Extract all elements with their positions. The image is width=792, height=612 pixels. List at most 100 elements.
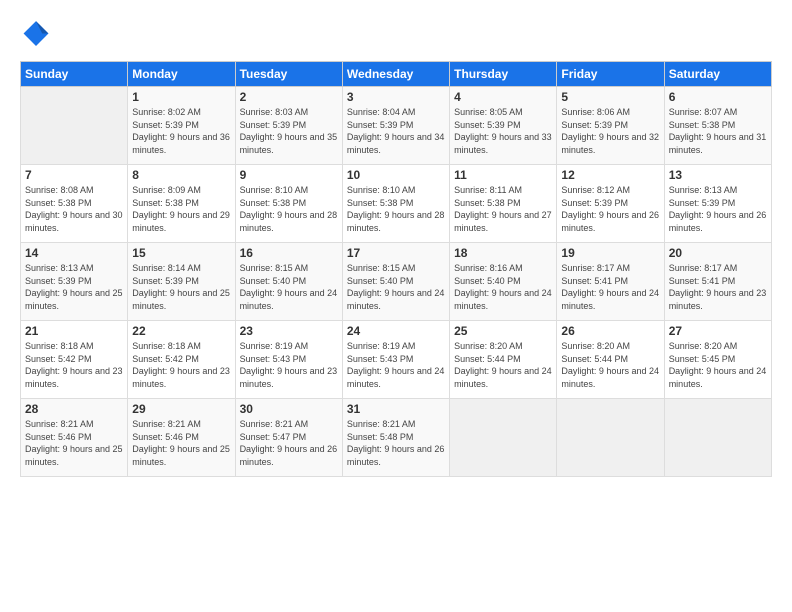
day-detail: Sunrise: 8:11 AM Sunset: 5:38 PM Dayligh… [454,184,552,234]
calendar-cell: 30 Sunrise: 8:21 AM Sunset: 5:47 PM Dayl… [235,399,342,477]
weekday-header-wednesday: Wednesday [342,62,449,87]
calendar-cell: 14 Sunrise: 8:13 AM Sunset: 5:39 PM Dayl… [21,243,128,321]
header [20,18,772,51]
day-detail: Sunrise: 8:05 AM Sunset: 5:39 PM Dayligh… [454,106,552,156]
calendar-cell: 24 Sunrise: 8:19 AM Sunset: 5:43 PM Dayl… [342,321,449,399]
day-detail: Sunrise: 8:13 AM Sunset: 5:39 PM Dayligh… [25,262,123,312]
calendar-table: SundayMondayTuesdayWednesdayThursdayFrid… [20,61,772,477]
calendar-cell: 9 Sunrise: 8:10 AM Sunset: 5:38 PM Dayli… [235,165,342,243]
day-detail: Sunrise: 8:13 AM Sunset: 5:39 PM Dayligh… [669,184,767,234]
calendar-cell: 7 Sunrise: 8:08 AM Sunset: 5:38 PM Dayli… [21,165,128,243]
calendar-cell: 27 Sunrise: 8:20 AM Sunset: 5:45 PM Dayl… [664,321,771,399]
calendar-week-row: 14 Sunrise: 8:13 AM Sunset: 5:39 PM Dayl… [21,243,772,321]
day-number: 15 [132,246,230,260]
day-number: 20 [669,246,767,260]
day-detail: Sunrise: 8:21 AM Sunset: 5:47 PM Dayligh… [240,418,338,468]
day-detail: Sunrise: 8:17 AM Sunset: 5:41 PM Dayligh… [669,262,767,312]
weekday-header-tuesday: Tuesday [235,62,342,87]
calendar-cell: 1 Sunrise: 8:02 AM Sunset: 5:39 PM Dayli… [128,87,235,165]
day-number: 8 [132,168,230,182]
day-detail: Sunrise: 8:03 AM Sunset: 5:39 PM Dayligh… [240,106,338,156]
day-detail: Sunrise: 8:20 AM Sunset: 5:45 PM Dayligh… [669,340,767,390]
calendar-cell: 29 Sunrise: 8:21 AM Sunset: 5:46 PM Dayl… [128,399,235,477]
calendar-cell [557,399,664,477]
calendar-week-row: 1 Sunrise: 8:02 AM Sunset: 5:39 PM Dayli… [21,87,772,165]
day-detail: Sunrise: 8:20 AM Sunset: 5:44 PM Dayligh… [561,340,659,390]
day-number: 6 [669,90,767,104]
day-number: 22 [132,324,230,338]
calendar-cell: 19 Sunrise: 8:17 AM Sunset: 5:41 PM Dayl… [557,243,664,321]
day-number: 23 [240,324,338,338]
day-number: 24 [347,324,445,338]
calendar-cell: 31 Sunrise: 8:21 AM Sunset: 5:48 PM Dayl… [342,399,449,477]
weekday-header-sunday: Sunday [21,62,128,87]
day-detail: Sunrise: 8:10 AM Sunset: 5:38 PM Dayligh… [347,184,445,234]
calendar-week-row: 28 Sunrise: 8:21 AM Sunset: 5:46 PM Dayl… [21,399,772,477]
day-detail: Sunrise: 8:19 AM Sunset: 5:43 PM Dayligh… [240,340,338,390]
calendar-cell: 6 Sunrise: 8:07 AM Sunset: 5:38 PM Dayli… [664,87,771,165]
day-detail: Sunrise: 8:21 AM Sunset: 5:46 PM Dayligh… [25,418,123,468]
weekday-header-monday: Monday [128,62,235,87]
day-number: 13 [669,168,767,182]
calendar-cell: 15 Sunrise: 8:14 AM Sunset: 5:39 PM Dayl… [128,243,235,321]
day-detail: Sunrise: 8:09 AM Sunset: 5:38 PM Dayligh… [132,184,230,234]
day-number: 28 [25,402,123,416]
day-number: 31 [347,402,445,416]
calendar-cell [21,87,128,165]
calendar-cell: 20 Sunrise: 8:17 AM Sunset: 5:41 PM Dayl… [664,243,771,321]
calendar-cell: 28 Sunrise: 8:21 AM Sunset: 5:46 PM Dayl… [21,399,128,477]
day-number: 7 [25,168,123,182]
day-number: 4 [454,90,552,104]
calendar-cell: 23 Sunrise: 8:19 AM Sunset: 5:43 PM Dayl… [235,321,342,399]
day-number: 18 [454,246,552,260]
day-detail: Sunrise: 8:16 AM Sunset: 5:40 PM Dayligh… [454,262,552,312]
day-detail: Sunrise: 8:21 AM Sunset: 5:46 PM Dayligh… [132,418,230,468]
calendar-cell: 25 Sunrise: 8:20 AM Sunset: 5:44 PM Dayl… [450,321,557,399]
day-number: 21 [25,324,123,338]
calendar-cell: 3 Sunrise: 8:04 AM Sunset: 5:39 PM Dayli… [342,87,449,165]
day-number: 25 [454,324,552,338]
calendar-cell: 2 Sunrise: 8:03 AM Sunset: 5:39 PM Dayli… [235,87,342,165]
day-number: 2 [240,90,338,104]
calendar-cell: 18 Sunrise: 8:16 AM Sunset: 5:40 PM Dayl… [450,243,557,321]
calendar-cell [450,399,557,477]
calendar-cell: 12 Sunrise: 8:12 AM Sunset: 5:39 PM Dayl… [557,165,664,243]
day-number: 5 [561,90,659,104]
day-number: 12 [561,168,659,182]
calendar-cell: 4 Sunrise: 8:05 AM Sunset: 5:39 PM Dayli… [450,87,557,165]
day-number: 10 [347,168,445,182]
day-detail: Sunrise: 8:17 AM Sunset: 5:41 PM Dayligh… [561,262,659,312]
weekday-header-saturday: Saturday [664,62,771,87]
day-number: 11 [454,168,552,182]
calendar-cell: 11 Sunrise: 8:11 AM Sunset: 5:38 PM Dayl… [450,165,557,243]
calendar-cell [664,399,771,477]
day-number: 26 [561,324,659,338]
day-number: 27 [669,324,767,338]
calendar-cell: 13 Sunrise: 8:13 AM Sunset: 5:39 PM Dayl… [664,165,771,243]
calendar-cell: 22 Sunrise: 8:18 AM Sunset: 5:42 PM Dayl… [128,321,235,399]
day-detail: Sunrise: 8:15 AM Sunset: 5:40 PM Dayligh… [240,262,338,312]
day-detail: Sunrise: 8:20 AM Sunset: 5:44 PM Dayligh… [454,340,552,390]
day-detail: Sunrise: 8:02 AM Sunset: 5:39 PM Dayligh… [132,106,230,156]
calendar-cell: 21 Sunrise: 8:18 AM Sunset: 5:42 PM Dayl… [21,321,128,399]
day-number: 9 [240,168,338,182]
day-number: 19 [561,246,659,260]
day-detail: Sunrise: 8:08 AM Sunset: 5:38 PM Dayligh… [25,184,123,234]
calendar-cell: 8 Sunrise: 8:09 AM Sunset: 5:38 PM Dayli… [128,165,235,243]
page: SundayMondayTuesdayWednesdayThursdayFrid… [0,0,792,612]
weekday-header-row: SundayMondayTuesdayWednesdayThursdayFrid… [21,62,772,87]
calendar-cell: 16 Sunrise: 8:15 AM Sunset: 5:40 PM Dayl… [235,243,342,321]
logo [20,18,54,51]
day-number: 3 [347,90,445,104]
day-detail: Sunrise: 8:10 AM Sunset: 5:38 PM Dayligh… [240,184,338,234]
day-number: 17 [347,246,445,260]
day-detail: Sunrise: 8:06 AM Sunset: 5:39 PM Dayligh… [561,106,659,156]
weekday-header-friday: Friday [557,62,664,87]
day-detail: Sunrise: 8:15 AM Sunset: 5:40 PM Dayligh… [347,262,445,312]
calendar-cell: 26 Sunrise: 8:20 AM Sunset: 5:44 PM Dayl… [557,321,664,399]
day-detail: Sunrise: 8:12 AM Sunset: 5:39 PM Dayligh… [561,184,659,234]
day-number: 1 [132,90,230,104]
day-detail: Sunrise: 8:14 AM Sunset: 5:39 PM Dayligh… [132,262,230,312]
weekday-header-thursday: Thursday [450,62,557,87]
day-number: 14 [25,246,123,260]
